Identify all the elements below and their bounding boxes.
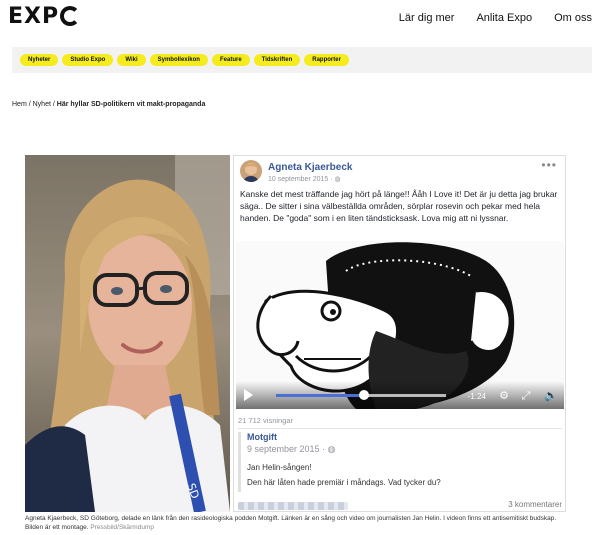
blurred-reactions [238,502,348,510]
settings-gear-icon[interactable]: ⚙ [498,390,510,402]
category-nyheter[interactable]: Nyheter [20,54,59,66]
caption-credit: Pressbild/Skärmdump [90,524,154,531]
breadcrumb: Hem / Nyhet / Här hyllar SD-politikern v… [12,101,205,108]
nav-lar-dig-mer[interactable]: Lär dig mer [399,12,455,24]
view-count: 21 712 visningar [238,416,294,425]
shared-post[interactable]: Motgift 9 september 2015 · ◍ Jan Helin-s… [238,432,562,492]
shared-title: Jan Helin-sången! [247,463,312,472]
portrait-photo: SD [25,155,230,512]
video-progress-track[interactable] [276,390,446,400]
breadcrumb-current: Här hyllar SD-politikern vit makt-propag… [56,101,206,108]
category-bar: Nyheter Studio Expo Wiki Symbollexikon F… [12,47,592,73]
post-footer: 3 kommentarer [238,500,562,512]
globe-icon: ◍ [334,176,341,183]
facebook-post-screenshot: Agneta Kjaerbeck 10 september 2015 · ◍ •… [233,155,566,512]
shared-author-name[interactable]: Motgift [247,432,562,442]
portrait-illustration: SD [25,155,230,512]
comment-count[interactable]: 3 kommentarer [508,500,562,509]
category-studio-expo[interactable]: Studio Expo [62,54,114,66]
shared-date: 9 september 2015 · ◍ [247,444,336,454]
category-symbollexikon[interactable]: Symbollexikon [149,54,208,66]
top-nav: Lär dig mer Anlita Expo Om oss [399,12,592,24]
breadcrumb-home[interactable]: Hem [12,101,27,108]
post-text: Kanske det mest träffande jag hört på lä… [240,189,558,223]
expo-logo[interactable]: EXP [8,4,81,29]
breadcrumb-section[interactable]: Nyhet [33,101,51,108]
video-progress-fill [276,394,365,397]
category-tidskriften[interactable]: Tidskriften [253,54,301,66]
category-feature[interactable]: Feature [211,54,250,66]
article-image: SD Agneta Kjaerbeck 10 september 2015 · … [25,155,566,512]
video-scrubber-handle[interactable] [359,390,370,400]
more-options-icon[interactable]: ••• [541,158,557,172]
author-avatar [240,160,262,182]
nav-anlita-expo[interactable]: Anlita Expo [476,12,532,24]
globe-icon: ◍ [327,444,336,454]
nav-om-oss[interactable]: Om oss [554,12,592,24]
fullscreen-icon[interactable]: ⤢ [520,390,532,402]
video-time-remaining: -1:24 [467,392,486,401]
volume-icon[interactable]: 🔈 [544,390,558,402]
category-wiki[interactable]: Wiki [117,54,146,66]
logo-o-mark [60,6,81,26]
category-rapporter[interactable]: Rapporter [304,54,349,66]
divider [238,428,562,429]
video-player[interactable]: -1:24 ⚙ ⤢ 🔈 [236,241,564,409]
post-date: 10 september 2015 · ◍ [268,176,341,183]
post-author-name[interactable]: Agneta Kjaerbeck [268,162,352,173]
image-caption: Agneta Kjaerbeck, SD Göteborg, delade en… [25,514,570,532]
video-controls: -1:24 ⚙ ⤢ 🔈 [236,381,564,409]
shared-text: Den här låten hade premiär i måndags. Va… [247,478,441,487]
site-header: EXP Lär dig mer Anlita Expo Om oss [0,0,600,38]
avatar-illustration [243,163,259,182]
play-icon[interactable] [244,389,253,401]
